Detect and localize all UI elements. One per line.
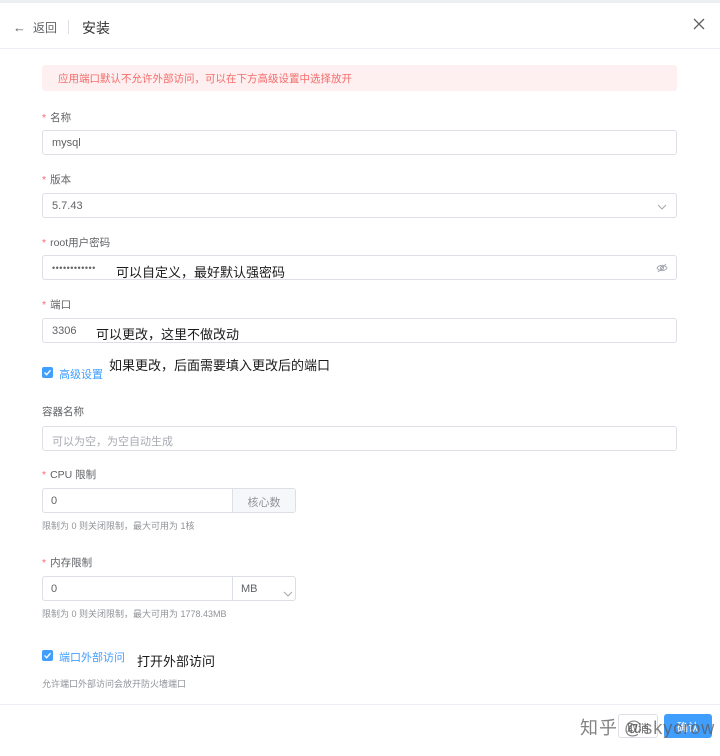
chevron-down-icon xyxy=(283,585,293,603)
cpu-limit-hint: 限制为 0 则关闭限制，最大可用为 1核 xyxy=(42,521,195,531)
root-password-label: * root用户密码 xyxy=(42,237,111,249)
back-button[interactable]: ← 返回 xyxy=(13,19,57,36)
header-divider xyxy=(68,20,69,34)
version-select[interactable]: 5.7.43 xyxy=(42,193,677,218)
back-label: 返回 xyxy=(33,21,58,35)
container-name-input[interactable]: 可以为空，为空自动生成 xyxy=(42,426,677,451)
name-input[interactable]: mysql xyxy=(42,130,677,155)
advanced-checkbox[interactable] xyxy=(42,367,53,378)
annotation-password: 可以自定义，最好默认强密码 xyxy=(116,265,286,280)
annotation-advanced: 如果更改，后面需要填入更改后的端口 xyxy=(109,358,331,373)
check-icon xyxy=(44,369,52,376)
container-name-label: 容器名称 xyxy=(42,406,84,418)
version-label: * 版本 xyxy=(42,174,72,186)
memory-unit-select[interactable]: MB xyxy=(241,583,258,595)
close-icon[interactable] xyxy=(691,16,707,32)
external-access-checkbox[interactable] xyxy=(42,650,53,661)
advanced-settings-label[interactable]: 高级设置 xyxy=(59,366,103,382)
annotation-external: 打开外部访问 xyxy=(137,654,216,669)
warning-alert: 应用端口默认不允许外部访问，可以在下方高级设置中选择放开 xyxy=(42,65,677,91)
arrow-left-icon: ← xyxy=(13,20,26,35)
annotation-port: 可以更改，这里不做改动 xyxy=(96,327,240,342)
cpu-limit-label: * CPU 限制 xyxy=(42,469,97,481)
chevron-down-icon xyxy=(657,202,667,214)
port-label: * 端口 xyxy=(42,299,72,311)
external-access-hint: 允许端口外部访问会放开防火墙端口 xyxy=(42,679,187,689)
watermark: 知乎 @skycrow xyxy=(580,718,716,738)
memory-limit-input[interactable]: 0 MB xyxy=(42,576,296,601)
cpu-unit-label: 核心数 xyxy=(233,489,295,512)
name-label: * 名称 xyxy=(42,112,72,124)
external-access-label[interactable]: 端口外部访问 xyxy=(59,649,125,665)
drawer-header: ← 返回 安装 xyxy=(0,3,720,49)
check-icon xyxy=(44,652,52,659)
memory-limit-label: * 内存限制 xyxy=(42,557,93,569)
page-title: 安装 xyxy=(82,20,110,36)
eye-icon[interactable] xyxy=(656,263,668,276)
memory-limit-hint: 限制为 0 则关闭限制，最大可用为 1778.43MB xyxy=(42,609,227,619)
cpu-limit-input[interactable]: 0 核心数 xyxy=(42,488,296,513)
